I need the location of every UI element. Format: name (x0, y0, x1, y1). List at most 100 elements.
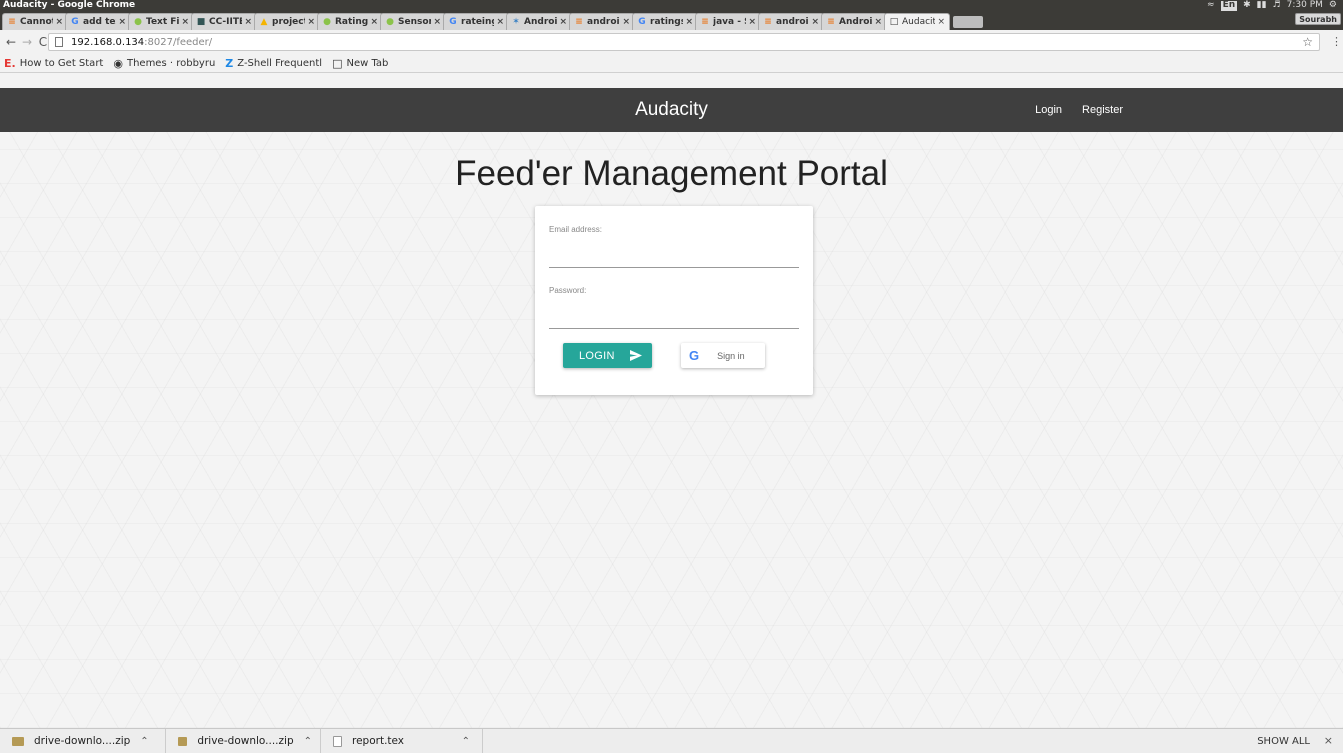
close-tab-icon[interactable]: × (622, 17, 630, 27)
zshell-icon: Z (225, 56, 234, 70)
e-logo-icon: E. (4, 56, 16, 70)
close-tab-icon[interactable]: × (181, 17, 189, 27)
close-tab-icon[interactable]: × (748, 17, 756, 27)
close-tab-icon[interactable]: × (307, 17, 315, 27)
stackoverflow-icon: ≡ (575, 17, 583, 27)
stackoverflow-icon: ≡ (764, 17, 772, 27)
browser-toolbar: ← → C 192.168.0.134:8027/feeder/ ☆ ⋮ (0, 30, 1343, 54)
nav-login-link[interactable]: Login (1035, 104, 1062, 116)
github-icon: ◉ (113, 56, 123, 70)
forward-arrow-icon[interactable]: → (20, 35, 34, 49)
page-info-icon[interactable] (55, 37, 63, 47)
close-tab-icon[interactable]: × (874, 17, 882, 27)
bookmark-star-icon[interactable]: ☆ (1302, 35, 1313, 49)
browser-tab[interactable]: ≡Android× (821, 13, 887, 30)
android-icon: ● (323, 17, 331, 27)
password-label: Password: (549, 286, 587, 295)
chevron-up-icon[interactable]: ⌃ (462, 736, 470, 747)
android-icon: ● (386, 17, 394, 27)
browser-tab[interactable]: ≡android× (569, 13, 635, 30)
bookmark-item[interactable]: □ New Tab (332, 57, 388, 70)
chevron-up-icon[interactable]: ⌃ (140, 736, 148, 747)
new-tab-button[interactable] (953, 16, 983, 28)
close-tab-icon[interactable]: × (55, 17, 63, 27)
stackoverflow-icon: ≡ (8, 17, 16, 27)
bookmark-item[interactable]: Z Z-Shell Frequentl (225, 57, 322, 70)
login-button-label: LOGIN (579, 349, 615, 362)
back-arrow-icon[interactable]: ← (4, 35, 18, 49)
bookmarks-bar: E. How to Get Start ◉ Themes · robbyru Z Z-… (0, 54, 1343, 73)
send-icon (630, 350, 642, 361)
close-tab-icon[interactable]: × (118, 17, 126, 27)
chrome-menu-icon[interactable]: ⋮ (1331, 35, 1342, 48)
close-icon[interactable]: × (1324, 734, 1333, 747)
wifi-icon[interactable]: ≈ (1207, 0, 1215, 11)
browser-tab[interactable]: ▲project -× (254, 13, 320, 30)
settings-gear-icon[interactable]: ⚙ (1329, 0, 1337, 11)
battery-icon[interactable]: ▮▮ (1257, 0, 1267, 11)
browser-tab[interactable]: ✶Android× (506, 13, 572, 30)
browser-tab-active[interactable]: □Audacity× (884, 13, 950, 30)
url-host: 192.168.0.134 (71, 36, 145, 48)
volume-icon[interactable]: ♬ (1273, 0, 1281, 11)
password-field[interactable] (549, 309, 799, 329)
profile-button[interactable]: Sourabh (1295, 13, 1341, 25)
system-tray: ≈ En ✱ ▮▮ ♬ 7:30 PM ⚙ (1207, 0, 1337, 11)
chevron-up-icon[interactable]: ⌃ (304, 736, 312, 747)
clock[interactable]: 7:30 PM (1287, 0, 1323, 11)
page-title: Feed'er Management Portal (455, 154, 888, 193)
login-button[interactable]: LOGIN (563, 343, 652, 368)
browser-tab[interactable]: Gratings × (632, 13, 698, 30)
close-tab-icon[interactable]: × (496, 17, 504, 27)
browser-tab[interactable]: Grateing × (443, 13, 509, 30)
bluetooth-icon[interactable]: ✱ (1243, 0, 1251, 11)
drive-icon: ▲ (260, 17, 268, 27)
site-nav: Login Register (1035, 104, 1123, 116)
web-page: Audacity Login Register Feed'er Manageme… (0, 88, 1343, 728)
google-icon: G (71, 17, 79, 27)
show-all-downloads-link[interactable]: SHOW ALL (1257, 736, 1310, 747)
browser-tab[interactable]: ●RatingB× (317, 13, 383, 30)
email-field[interactable] (549, 248, 799, 268)
document-file-icon (333, 735, 342, 747)
stackoverflow-icon: ≡ (701, 17, 709, 27)
close-tab-icon[interactable]: × (244, 17, 252, 27)
download-item[interactable]: drive-downlo....zip ⌃ (166, 728, 321, 753)
window-title: Audacity - Google Chrome (3, 0, 136, 10)
nav-register-link[interactable]: Register (1082, 104, 1123, 116)
close-tab-icon[interactable]: × (433, 17, 441, 27)
browser-tab[interactable]: Gadd text× (65, 13, 131, 30)
android-icon: ● (134, 17, 142, 27)
close-tab-icon[interactable]: × (937, 17, 945, 27)
gear-icon: ✶ (512, 17, 520, 27)
address-bar[interactable]: 192.168.0.134:8027/feeder/ ☆ (48, 33, 1320, 51)
browser-tab[interactable]: ≡android× (758, 13, 824, 30)
bookmark-item[interactable]: E. How to Get Start (4, 57, 103, 70)
browser-tab[interactable]: ●Text Fiel× (128, 13, 194, 30)
page-icon: □ (332, 56, 343, 70)
os-title-bar: Audacity - Google Chrome ≈ En ✱ ▮▮ ♬ 7:3… (0, 0, 1343, 11)
zip-file-icon (12, 736, 24, 746)
stackoverflow-icon: ≡ (827, 17, 835, 27)
bookmark-item[interactable]: ◉ Themes · robbyru (113, 57, 215, 70)
url-path: :8027/feeder/ (144, 36, 213, 48)
google-icon: G (449, 17, 457, 27)
building-icon: ■ (196, 17, 206, 27)
close-tab-icon[interactable]: × (370, 17, 378, 27)
login-card: Email address: Password: LOGIN G Sign in (535, 206, 813, 395)
browser-tab[interactable]: ≡Cannot s× (2, 13, 68, 30)
browser-tab[interactable]: ●Sensor |× (380, 13, 446, 30)
site-header: Audacity Login Register (0, 88, 1343, 132)
download-item[interactable]: report.tex ⌃ (321, 728, 483, 753)
tab-strip: ≡Cannot s× Gadd text× ●Text Fiel× ■CC-II… (0, 11, 1343, 30)
browser-tab[interactable]: ■CC-IITB I× (191, 13, 257, 30)
browser-tab[interactable]: ≡java - Se× (695, 13, 761, 30)
google-signin-button[interactable]: G Sign in (681, 343, 765, 368)
download-item[interactable]: drive-downlo....zip ⌃ (0, 728, 166, 753)
close-tab-icon[interactable]: × (559, 17, 567, 27)
close-tab-icon[interactable]: × (811, 17, 819, 27)
google-icon: G (638, 17, 646, 27)
site-brand[interactable]: Audacity (0, 99, 1343, 121)
keyboard-lang[interactable]: En (1220, 1, 1238, 11)
close-tab-icon[interactable]: × (685, 17, 693, 27)
